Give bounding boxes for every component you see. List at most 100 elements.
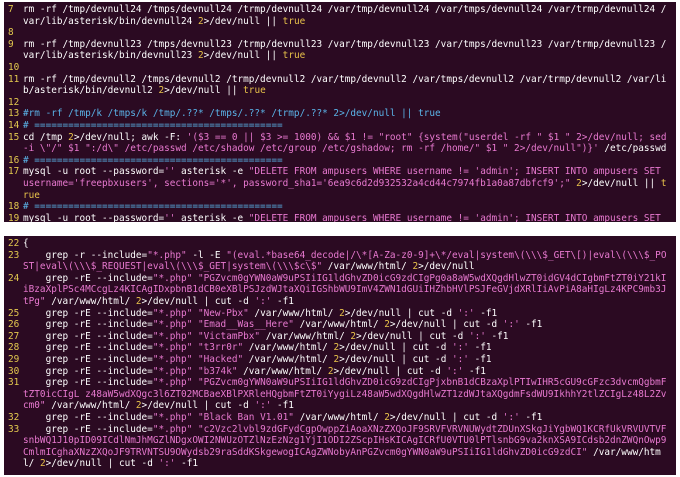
code-text: { xyxy=(23,238,672,250)
code-line: 26 grep -rE --include="*.php" "Emad__Was… xyxy=(8,319,672,331)
line-number: 17 xyxy=(8,166,20,178)
terminal-code-panel-top: 7 rm -rf /tmp/devnull24 /tmps/devnull24 /… xyxy=(4,2,676,222)
code-line: 24 grep -rE --include="*.php" "PGZvcm0gY… xyxy=(8,273,672,308)
code-token: -f1 xyxy=(463,365,486,377)
line-number: 26 xyxy=(8,319,20,331)
code-token: "*.php" "b374k" xyxy=(152,365,238,377)
code-text: # ======================================… xyxy=(23,120,672,132)
code-token: ':' xyxy=(446,365,464,377)
code-line: 29 grep -rE --include="*.php" "Hacked" /… xyxy=(8,354,672,366)
code-token: -f1 xyxy=(271,400,294,412)
line-number: 31 xyxy=(8,377,20,389)
code-line: 32 grep -rE --include="*.php" "Black Ban… xyxy=(8,412,672,424)
code-line: 25 grep -rE --include="*.php" "New-Pbx" … xyxy=(8,308,672,320)
code-line: 28 grep -rE --include="*.php" "t3rr0r" /… xyxy=(8,342,672,354)
line-number: 15 xyxy=(8,131,20,143)
line-number: 14 xyxy=(8,119,20,131)
code-token: ':' xyxy=(452,342,469,354)
code-token: mysql -u root --password= xyxy=(23,166,165,178)
terminal-code-panel-bottom: 22{23 grep -r --include="*.php" -l -E "(… xyxy=(4,236,676,475)
code-token: /var/www/html/ xyxy=(237,365,328,377)
line-number: 28 xyxy=(8,342,20,354)
code-token: ':' xyxy=(502,411,520,423)
code-token: >/dev/null | cut -d xyxy=(344,307,458,319)
code-line: 33 grep -rE --include="*.php" "c2Vzc2lvb… xyxy=(8,424,672,470)
line-number: 13 xyxy=(8,108,20,120)
code-token: ':' xyxy=(254,295,272,307)
line-number: 8 xyxy=(8,27,14,39)
code-token: -f1 xyxy=(468,342,492,354)
line-number: 29 xyxy=(8,353,20,365)
line-number: 12 xyxy=(8,96,20,108)
line-number: 10 xyxy=(8,61,20,73)
code-text: grep -rE --include="*.php" "t3rr0r" /var… xyxy=(23,342,672,354)
code-token: /var/www/html/ xyxy=(293,319,385,331)
code-token: "*.php" "Emad__Was__Here" xyxy=(152,319,294,331)
code-line: 7 rm -rf /tmp/devnull24 /tmps/devnull24 /… xyxy=(8,4,672,27)
code-token: true xyxy=(282,15,306,27)
code-line: 11 rm -rf /tmp/devnull2 /tmps/devnull2 /t… xyxy=(8,74,672,97)
code-token: /var/www/html/ xyxy=(293,411,385,423)
code-token: -l -E xyxy=(186,249,227,261)
line-number: 16 xyxy=(8,154,20,166)
code-token: ':' xyxy=(468,330,486,342)
code-token: >/dev/null || xyxy=(203,15,283,27)
code-token: -f1 xyxy=(519,411,543,423)
code-text: rm -rf /tmp/devnull24 /tmps/devnull24 /t… xyxy=(23,4,672,27)
code-token: >/dev/null || xyxy=(164,85,244,97)
code-text: cd /tmp 2>/dev/null; awk -F: '($3 == 0 |… xyxy=(23,132,672,155)
code-line: 15 cd /tmp 2>/dev/null; awk -F: '($3 == 0… xyxy=(8,132,672,155)
code-token: -f1 xyxy=(468,353,492,365)
code-token: >/dev/null | cut -d xyxy=(141,400,255,412)
code-token: "*.php" "Hacked" xyxy=(152,353,244,365)
code-text: grep -r --include="*.php" -l -E "(eval.*… xyxy=(23,250,672,273)
code-line: 13 #rm -rf /tmp/k /tmps/k /tmp/.??* /tmps… xyxy=(8,108,672,120)
code-token: -f1 xyxy=(175,458,198,470)
code-token: >/dev/null | cut -d xyxy=(141,295,255,307)
code-token: # ======================================… xyxy=(23,119,283,131)
code-line: 23 grep -r --include="*.php" -l -E "(eva… xyxy=(8,250,672,273)
code-text: grep -rE --include="*.php" "Emad__Was__H… xyxy=(23,319,672,331)
code-text: grep -rE --include="*.php" "PGZvcm0gYWN0… xyxy=(23,273,672,308)
code-line: 19 mysql -u root --password='' asterisk -… xyxy=(8,213,672,222)
code-token: true xyxy=(243,85,266,97)
code-token: rm -rf /tmp/devnull23 /tmps/devnull23 /t… xyxy=(23,38,667,62)
line-number: 27 xyxy=(8,330,20,342)
code-token: "*.php" xyxy=(147,249,187,261)
code-token: >/dev/null | cut -d xyxy=(339,353,452,365)
line-number: 18 xyxy=(8,201,20,213)
code-token: rm -rf /tmp/devnull24 /tmps/devnull24 /t… xyxy=(23,4,667,27)
code-token: >/dev/null | cut -d xyxy=(356,330,469,342)
code-token: # ======================================… xyxy=(23,154,283,166)
code-token: /var/www/html/ xyxy=(45,400,136,412)
code-token: /var/www/html/ xyxy=(45,295,136,307)
code-token: grep -rE --include= xyxy=(23,330,153,342)
line-number: 9 xyxy=(8,38,14,50)
code-line: 10 xyxy=(8,62,672,74)
code-token: { xyxy=(23,238,29,249)
code-text: grep -rE --include="*.php" "b374k" /var/… xyxy=(23,366,672,378)
code-line: 8 xyxy=(8,27,672,39)
code-token: >/dev/null || xyxy=(203,50,283,62)
line-number: 33 xyxy=(8,423,20,435)
code-token: '' xyxy=(164,166,176,178)
code-text: rm -rf /tmp/devnull2 /tmps/devnull2 /trm… xyxy=(23,74,672,97)
line-number: 32 xyxy=(8,411,20,423)
code-token: >/dev/null; awk -F: xyxy=(73,131,187,143)
code-token: mysql -u root --password= xyxy=(23,212,165,222)
code-token: -f1 xyxy=(474,307,498,319)
code-token: grep -rE --include= xyxy=(23,353,153,365)
code-token: ':' xyxy=(502,319,520,331)
code-token: grep -rE --include= xyxy=(23,319,153,331)
code-line: 17 mysql -u root --password='' asterisk -… xyxy=(8,166,672,201)
code-token: >/dev/null || xyxy=(581,177,661,189)
code-text: grep -rE --include="*.php" "New-Pbx" /va… xyxy=(23,308,672,320)
code-token: true xyxy=(282,50,306,62)
code-token: rm -rf /tmp/devnull2 /tmps/devnull2 /trm… xyxy=(23,73,667,97)
code-token: >/dev/null | cut -d xyxy=(333,365,447,377)
line-number: 11 xyxy=(8,73,20,85)
code-token: grep -rE --include= xyxy=(23,423,153,435)
code-token: >/dev/null | cut -d xyxy=(339,342,452,354)
